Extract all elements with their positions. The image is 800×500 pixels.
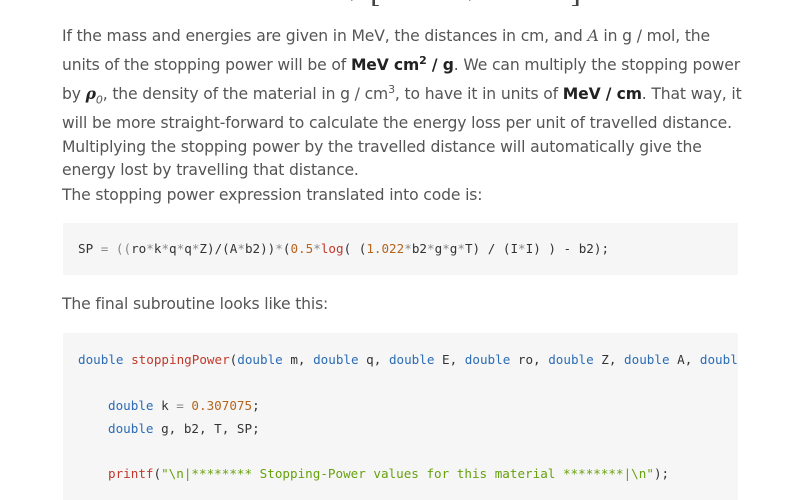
code-function: printf [108, 466, 154, 481]
symbol-rho: ρ [85, 83, 96, 103]
code-token: b2)) [244, 241, 276, 256]
text: / g [426, 55, 454, 74]
code-token: ro, [510, 352, 549, 367]
code-token: q [184, 241, 192, 256]
code-token: * [457, 241, 465, 256]
code-keyword: double [108, 398, 154, 413]
formula-beta-2: β [468, 0, 477, 1]
text: , the density of the material in g / cm [102, 84, 389, 103]
text: , to have it in units of [394, 84, 563, 103]
code-number: 0.5 [290, 241, 314, 256]
code-block-subroutine: double stoppingPower ( double m, double q,… [63, 333, 738, 500]
code-keyword: double [464, 352, 511, 367]
code-keyword: double [237, 352, 283, 367]
code-token: ; [252, 398, 260, 413]
code-token: Z, [593, 352, 625, 367]
code-keyword: double [78, 352, 124, 367]
code-token: q, [358, 352, 389, 367]
formula-bracket-open: [ [370, 0, 381, 6]
code-token: * [146, 241, 154, 256]
code-token: Z)/(A [199, 241, 238, 256]
code-token: * [161, 241, 170, 256]
code-token: = (( [100, 241, 132, 256]
code-token: * [518, 241, 526, 256]
code-token: g, b2, T, SP; [153, 421, 260, 436]
code-token: ); [653, 466, 670, 481]
superscript: 2 [419, 53, 427, 67]
code-token: ro [131, 241, 147, 256]
code-keyword: double [388, 352, 435, 367]
code-token: I) ) - b2); [525, 241, 610, 256]
code-string: "\n|******** Stopping-Power values for t… [161, 466, 654, 481]
paragraph-units: If the mass and energies are given in Me… [62, 25, 752, 183]
code-keyword: double [548, 352, 594, 367]
code-token: b2 [411, 241, 427, 256]
code-function: log [320, 241, 344, 256]
code-token: k [153, 398, 177, 413]
code-number: 1.022 [366, 241, 405, 256]
variable-a: A [587, 27, 599, 45]
text: MeV cm [350, 55, 420, 74]
code-keyword: double [699, 352, 738, 367]
paragraph-subroutine-intro: The final subroutine looks like this: [62, 295, 329, 313]
subscript: 0 [95, 93, 103, 107]
superscript: 3 [388, 82, 395, 96]
code-token: E, [434, 352, 465, 367]
code-line-3: double g, b2, T, SP; [108, 421, 260, 436]
formula-fragment: = β [ β ] [230, 0, 590, 6]
code-token: * [427, 241, 435, 256]
code-keyword: double [108, 421, 154, 436]
code-keyword: double [313, 352, 359, 367]
code-token: q [169, 241, 177, 256]
text: If the mass and energies are given in Me… [62, 27, 588, 45]
code-token: * [313, 241, 321, 256]
code-line-4: printf("\n|******** Stopping-Power value… [108, 466, 669, 481]
code-keyword: double [624, 352, 670, 367]
formula-equals: = [230, 0, 243, 1]
code-token: * [275, 241, 283, 256]
formula-bracket-close: ] [570, 0, 581, 6]
code-token: SP [78, 241, 101, 256]
paragraph-code-intro: The stopping power expression translated… [62, 186, 483, 204]
code-token: * [237, 241, 245, 256]
code-token: m, [282, 352, 314, 367]
code-token: T) / (I [464, 241, 519, 256]
code-line-2: double k = 0.307075; [108, 398, 260, 413]
code-function: stoppingPower [123, 352, 230, 367]
code-token: = [176, 398, 184, 413]
unit-mev-cm2-g: MeV cm2 / g [350, 53, 454, 74]
code-number: 0.307075 [183, 398, 253, 413]
code-token: * [404, 241, 412, 256]
code-token: ( [153, 466, 162, 481]
code-line-1: double stoppingPower(double m, double q,… [78, 352, 738, 367]
code-token: ( ( [343, 241, 367, 256]
code-block-expression: SP = ((ro*k*q*q*Z)/(A*b2))*(0.5*log( (1.… [63, 223, 738, 275]
code-token: A, [669, 352, 700, 367]
formula-beta: β [350, 0, 359, 1]
unit-mev-cm: MeV / cm [562, 84, 642, 103]
code-token: * [442, 241, 450, 256]
